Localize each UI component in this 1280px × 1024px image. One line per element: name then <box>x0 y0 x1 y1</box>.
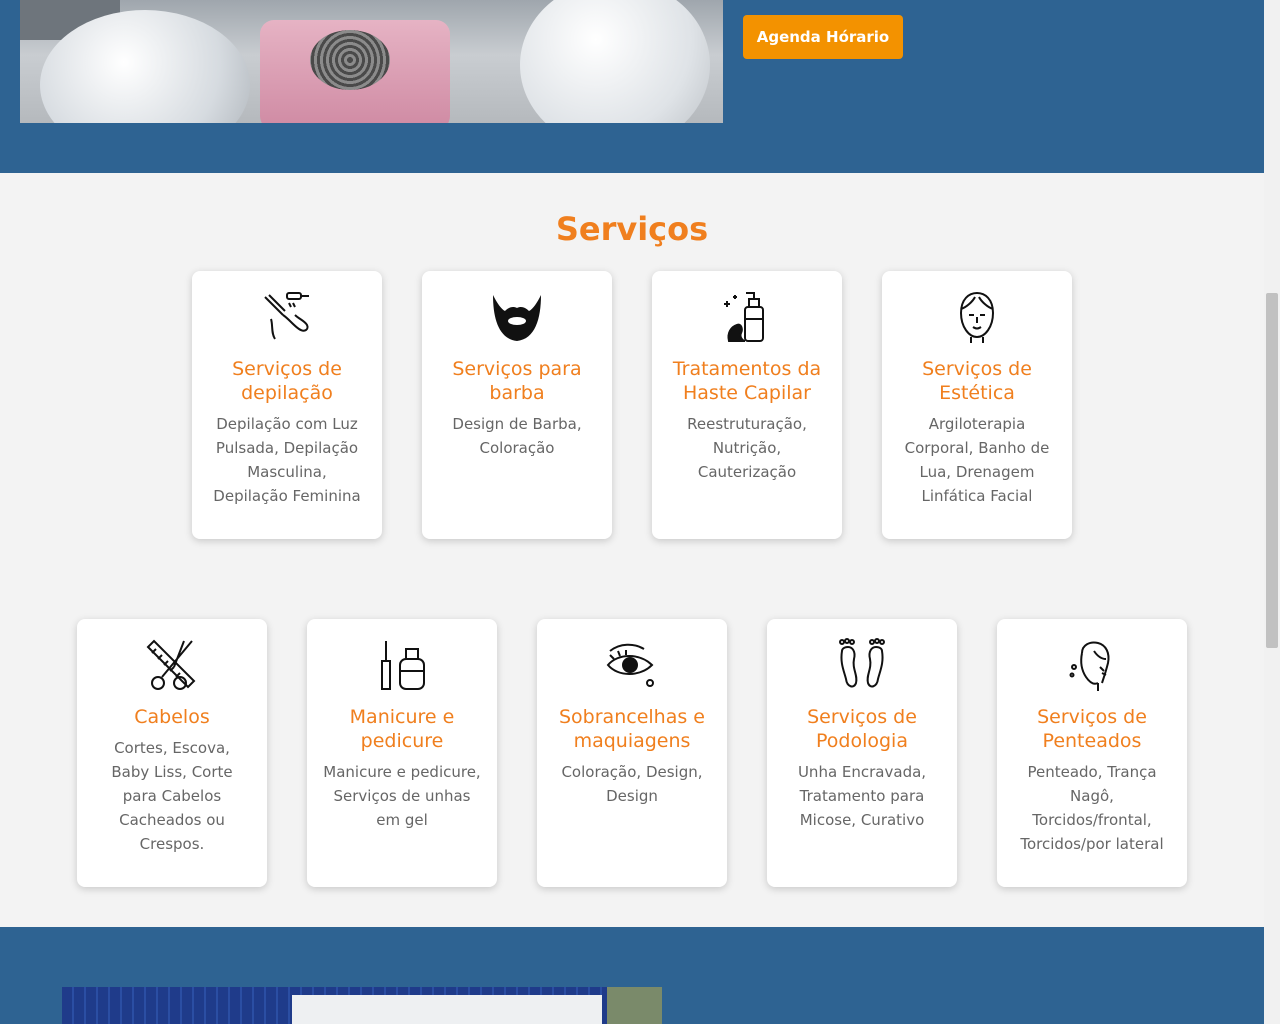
hair-product-icon <box>724 292 764 342</box>
service-name: Serviços de Estética <box>922 358 1032 404</box>
schedule-button[interactable]: Agenda Hórario <box>743 15 903 59</box>
beard-icon <box>493 295 541 341</box>
service-card-aesthetics[interactable]: Serviços de Estética Argiloterapia Corpo… <box>882 271 1072 539</box>
service-desc: Unha Encravada, Tratamento para Micose, … <box>797 763 927 829</box>
service-name: Manicure e pedicure <box>349 706 455 752</box>
service-name: Serviços para barba <box>452 358 582 404</box>
services-title: Serviços <box>555 210 709 248</box>
service-card-hairstyles[interactable]: Serviços de Penteados Penteado, Trança N… <box>997 619 1187 887</box>
service-desc: Argiloterapia Corporal, Banho de Lua, Dr… <box>904 415 1050 505</box>
nail-polish-icon <box>381 641 425 690</box>
building-photo <box>62 987 662 1024</box>
depilation-icon <box>264 292 309 340</box>
service-desc: Manicure e pedicure, Serviços de unhas e… <box>323 763 481 829</box>
service-card-podiatry[interactable]: Serviços de Podologia Unha Encravada, Tr… <box>767 619 957 887</box>
hero-section: Agenda Hórario <box>0 0 1264 173</box>
eye-makeup-icon <box>606 643 654 687</box>
service-name: Serviços de Penteados <box>1037 706 1147 752</box>
service-card-manicure[interactable]: Manicure e pedicure Manicure e pedicure,… <box>307 619 497 887</box>
face-icon <box>959 291 995 343</box>
service-card-hair-treatment[interactable]: Tratamentos da Haste Capilar Reestrutura… <box>652 271 842 539</box>
scroll-thumb[interactable] <box>1266 293 1278 648</box>
service-desc: Depilação com Luz Pulsada, Depilação Mas… <box>213 415 361 505</box>
service-card-beard[interactable]: Serviços para barba Design de Barba, Col… <box>422 271 612 539</box>
service-name: Serviços de depilação <box>232 358 342 404</box>
service-desc: Coloração, Design, Design <box>561 763 703 805</box>
service-card-depilation[interactable]: Serviços de depilação Depilação com Luz … <box>192 271 382 539</box>
service-card-eyebrows[interactable]: Sobrancelhas e maquiagens Coloração, Des… <box>537 619 727 887</box>
comb-scissors-icon <box>146 639 196 690</box>
service-name: Cabelos <box>134 706 210 728</box>
about-section <box>0 927 1264 1024</box>
service-desc: Penteado, Trança Nagô, Torcidos/frontal,… <box>1020 763 1164 853</box>
service-desc: Reestruturação, Nutrição, Cauterização <box>687 415 807 481</box>
page-scrollbar[interactable] <box>1264 0 1280 1024</box>
service-name: Serviços de Podologia <box>807 706 917 752</box>
service-card-hair[interactable]: Cabelos Cortes, Escova, Baby Liss, Corte… <box>77 619 267 887</box>
service-name: Tratamentos da Haste Capilar <box>672 358 822 404</box>
hairstyle-icon <box>1069 641 1110 691</box>
feet-icon <box>839 638 885 688</box>
hero-photo <box>20 0 723 123</box>
service-desc: Cortes, Escova, Baby Liss, Corte para Ca… <box>111 739 233 853</box>
service-name: Sobrancelhas e maquiagens <box>559 706 705 752</box>
service-desc: Design de Barba, Coloração <box>452 415 582 457</box>
